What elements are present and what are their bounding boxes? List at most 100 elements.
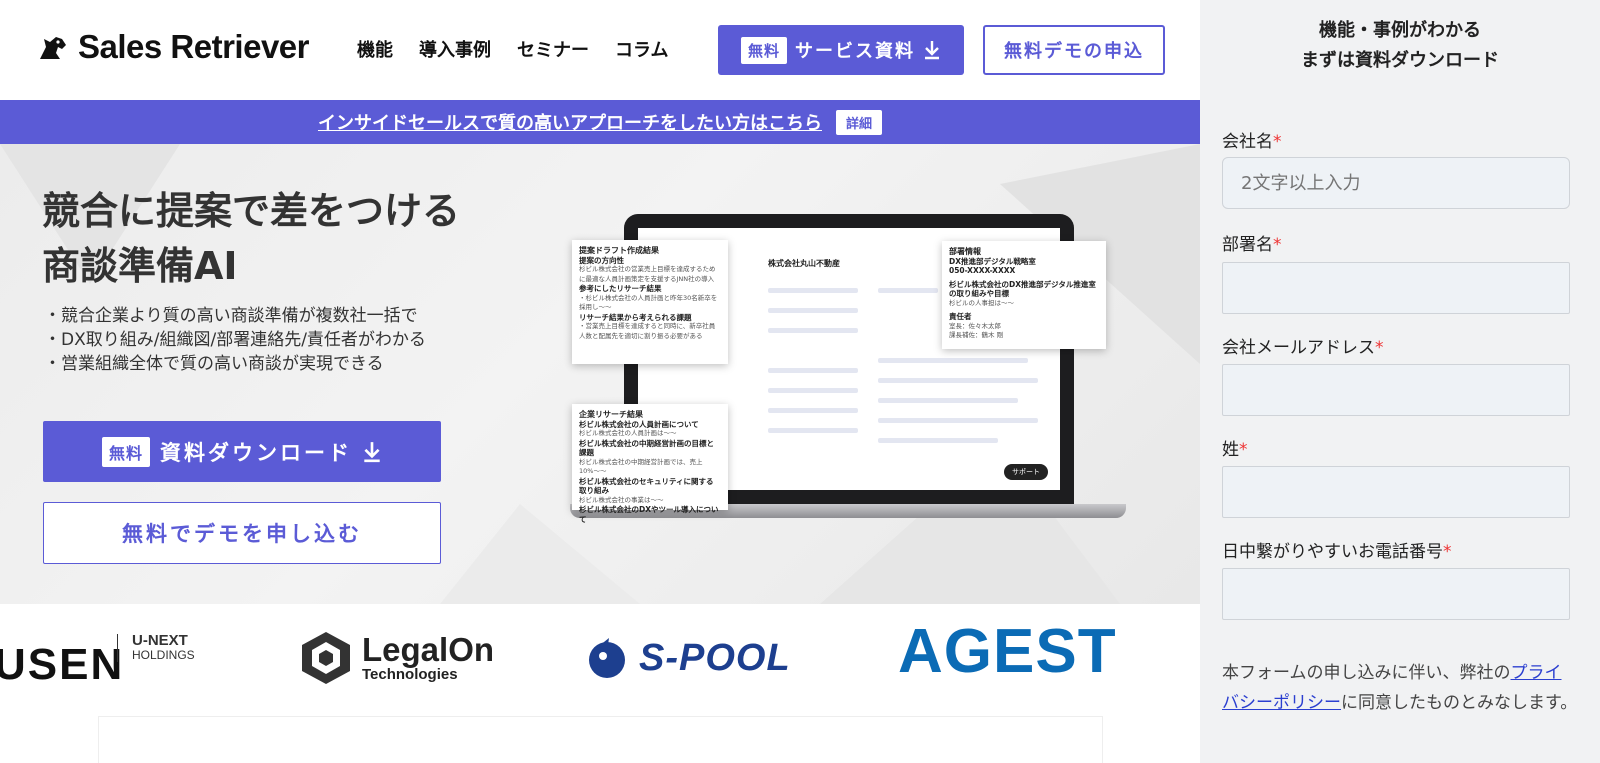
label-text: 日中繋がりやすいお電話番号 xyxy=(1222,542,1443,562)
card-text: 杉ビル株式会社の中期経営計画では、売上10%〜〜 xyxy=(579,457,703,476)
form-heading-line2: まずは資料ダウンロード xyxy=(1301,50,1499,71)
agest-logo: AGEST xyxy=(898,617,1117,686)
label-text: 会社メールアドレス xyxy=(1222,338,1375,358)
download-form-panel: 機能・事例がわかる まずは資料ダウンロード 会社名* 部署名* 会社メールアドレ… xyxy=(1200,0,1600,763)
card-title: 提案ドラフト作成結果 xyxy=(579,246,659,255)
download-docs-label: 資料ダウンロード xyxy=(160,440,352,465)
privacy-consent-text: 本フォームの申し込みに伴い、弊社のプライバシーポリシーに同意したものとみなします… xyxy=(1222,658,1578,718)
hero-bullet: DX取り組み/組織図/部署連絡先/責任者がわかる xyxy=(44,328,426,352)
hero-bullets: 競合企業より質の高い商談準備が複数社一括で DX取り組み/組織図/部署連絡先/責… xyxy=(44,304,426,376)
last-name-label: 姓* xyxy=(1222,435,1248,460)
label-text: 会社名 xyxy=(1222,132,1273,152)
phone-label: 日中繋がりやすいお電話番号* xyxy=(1222,537,1452,562)
card-heading: 提案の方向性 xyxy=(579,255,624,265)
download-icon xyxy=(925,41,939,60)
hero-title: 競合に提案で差をつける 商談準備AI xyxy=(42,184,460,294)
page: Sales Retriever 機能 導入事例 セミナー コラム 無料 サービス… xyxy=(0,0,1600,763)
card-item: 杉ビル株式会社のDXやツール導入について xyxy=(579,505,719,524)
card-title: 部署情報 xyxy=(949,247,981,256)
main-area: Sales Retriever 機能 導入事例 セミナー コラム 無料 サービス… xyxy=(0,0,1200,763)
phone-input[interactable] xyxy=(1222,568,1570,620)
email-label: 会社メールアドレス* xyxy=(1222,333,1384,358)
support-button: サポート xyxy=(1004,464,1048,480)
dept-phone: 050-XXXX-XXXX xyxy=(949,266,1016,275)
required-mark: * xyxy=(1375,338,1384,358)
legalon-logo: LegalOn Technologies xyxy=(300,630,494,686)
hero-bullet: 営業組織全体で質の高い商談が実現できる xyxy=(44,352,426,376)
responsible-person: 課長補佐：鶴木 剛 xyxy=(949,331,1004,339)
company-research-card: 企業リサーチ結果 杉ビル株式会社の人員計画について 杉ビル株式会社の人員計画は〜… xyxy=(572,404,728,524)
spool-logo: S-POOL xyxy=(585,636,791,680)
card-text: 杉ビル株式会社の人員計画は〜〜 xyxy=(579,429,677,437)
department-label: 部署名* xyxy=(1222,230,1282,255)
card-text: 杉ビル株式会社の営業売上目標を達成するために最適な人員計画策定を支援するJNN社… xyxy=(579,265,716,283)
app-row xyxy=(878,438,998,443)
unext-line1: U-NEXT xyxy=(132,632,188,649)
nav-item-columns[interactable]: コラム xyxy=(615,36,668,62)
hero-section: 競合に提案で差をつける 商談準備AI 競合企業より質の高い商談準備が複数社一括で… xyxy=(0,144,1200,604)
department-info-card: 部署情報 DX推進部デジタル戦略室 050-XXXX-XXXX 杉ビル株式会社の… xyxy=(942,241,1106,349)
nav-item-features[interactable]: 機能 xyxy=(357,36,393,62)
spool-text: S-POOL xyxy=(639,636,791,679)
consent-after: に同意したものとみなします。 xyxy=(1341,693,1578,713)
details-button[interactable]: 詳細 xyxy=(835,109,882,135)
hero-bullet: 競合企業より質の高い商談準備が複数社一括で xyxy=(44,304,426,328)
demo-request-button[interactable]: 無料デモの申込 xyxy=(983,25,1165,75)
app-row xyxy=(768,428,858,433)
inside-sales-link[interactable]: インサイドセールスで質の高いアプローチをしたい方はこちら xyxy=(318,109,822,135)
main-nav: 機能 導入事例 セミナー コラム xyxy=(357,36,668,62)
spool-mark-icon xyxy=(589,638,625,678)
logo[interactable]: Sales Retriever xyxy=(36,28,310,66)
required-mark: * xyxy=(1273,132,1282,152)
service-docs-button[interactable]: 無料 サービス資料 xyxy=(718,25,964,75)
responsible-person: 室長：佐々木太郎 xyxy=(949,321,1001,330)
download-docs-button[interactable]: 無料 資料ダウンロード xyxy=(43,421,441,482)
app-row xyxy=(878,378,1038,383)
app-row xyxy=(768,308,858,313)
legalon-line1: LegalOn xyxy=(362,630,495,668)
free-tag: 無料 xyxy=(740,36,787,64)
form-heading: 機能・事例がわかる まずは資料ダウンロード xyxy=(1200,16,1600,76)
app-row xyxy=(768,388,858,393)
service-docs-label: サービス資料 xyxy=(795,41,915,62)
app-row xyxy=(878,398,1018,403)
form-heading-line1: 機能・事例がわかる xyxy=(1319,20,1481,41)
legalon-line2: Technologies xyxy=(362,665,458,683)
usen-logo: USEN xyxy=(0,640,125,689)
company-name-input[interactable] xyxy=(1222,157,1570,209)
proposal-draft-card: 提案ドラフト作成結果 提案の方向性 杉ビル株式会社の営業売上目標を達成するために… xyxy=(572,240,728,364)
card-heading: 参考にしたリサーチ結果 xyxy=(579,284,662,293)
promo-banner: インサイドセールスで質の高いアプローチをしたい方はこちら 詳細 xyxy=(0,100,1200,144)
unext-logo: U-NEXT HOLDINGS xyxy=(117,632,195,662)
hero-title-line2: 商談準備AI xyxy=(42,244,238,288)
content-box xyxy=(98,716,1103,763)
hero-title-line1: 競合に提案で差をつける xyxy=(42,189,461,233)
app-row xyxy=(768,288,858,293)
app-row xyxy=(768,408,858,413)
app-company-title: 株式会社丸山不動産 xyxy=(768,259,840,268)
nav-item-seminars[interactable]: セミナー xyxy=(517,36,589,62)
hero-demo-button[interactable]: 無料でデモを申し込む xyxy=(43,502,441,564)
required-mark: * xyxy=(1239,440,1248,460)
card-text: ・営業売上目標を達成すると同時に、新卒社員人数と配属先を適切に割り振る必要がある xyxy=(579,322,716,340)
logo-text: Sales Retriever xyxy=(78,28,310,65)
last-name-input[interactable] xyxy=(1222,466,1570,518)
card-text: ・杉ビル株式会社の人員計画と昨年30名新卒を採用し〜〜 xyxy=(579,293,718,312)
dept-note: 杉ビル株式会社のDX推進部デジタル推進室の取り組みや目標 xyxy=(949,279,1096,299)
nav-item-case-studies[interactable]: 導入事例 xyxy=(419,36,491,62)
app-row xyxy=(768,328,858,333)
card-text: 杉ビル株式会社の事業は〜〜 xyxy=(579,495,664,504)
dog-logo-icon xyxy=(40,37,66,59)
label-text: 姓 xyxy=(1222,440,1239,460)
responsible-title: 責任者 xyxy=(949,312,972,321)
client-logos: USEN U-NEXT HOLDINGS LegalOn Technologie… xyxy=(0,604,1200,714)
consent-before: 本フォームの申し込みに伴い、弊社の xyxy=(1222,663,1511,683)
company-name-label: 会社名* xyxy=(1222,127,1282,152)
department-input[interactable] xyxy=(1222,262,1570,314)
email-field[interactable] xyxy=(1222,364,1570,416)
app-row xyxy=(768,368,858,373)
unext-line2: HOLDINGS xyxy=(132,648,195,662)
app-row xyxy=(878,418,1038,423)
free-tag: 無料 xyxy=(101,436,150,467)
app-row xyxy=(878,358,1028,363)
